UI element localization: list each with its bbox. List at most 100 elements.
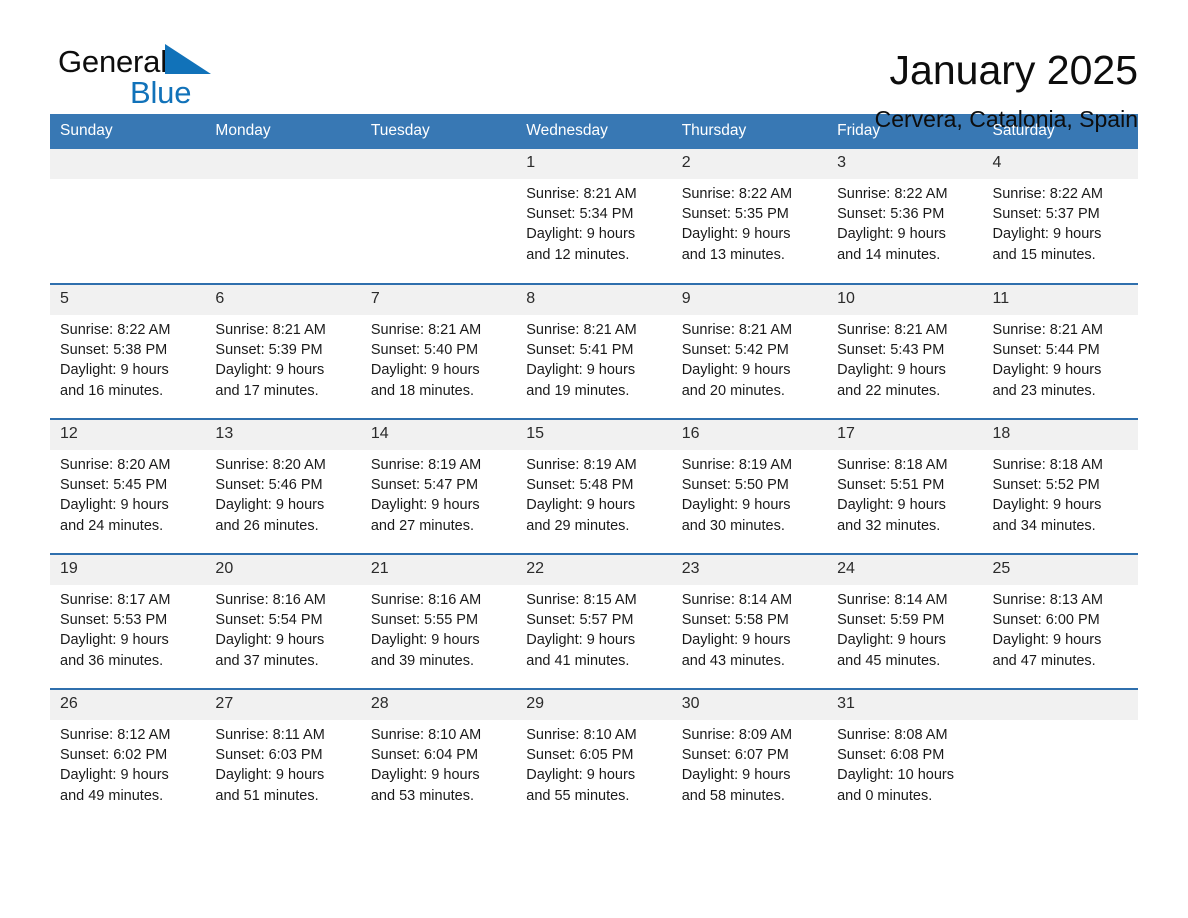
calendar-week-row: 26 Sunrise: 8:12 AM Sunset: 6:02 PM Dayligh… — [50, 688, 1138, 824]
day-details: Sunrise: 8:21 AM Sunset: 5:40 PM Daylight:… — [361, 315, 516, 401]
sunset-text: Sunset: 5:44 PM — [992, 342, 1100, 359]
sunrise-text: Sunrise: 8:22 AM — [837, 186, 948, 202]
sunrise-text: Sunrise: 8:13 AM — [992, 592, 1103, 608]
sunrise-text: Sunrise: 8:15 AM — [526, 592, 637, 608]
day-cell-content: 24 Sunrise: 8:14 AM Sunset: 5:59 PM Dayligh… — [827, 555, 983, 688]
calendar-day-cell[interactable]: 31 Sunrise: 8:08 AM Sunset: 6:08 PM Dayligh… — [827, 688, 983, 824]
sunrise-text: Sunrise: 8:11 AM — [215, 727, 325, 743]
daylight-text-line2: and 18 minutes. — [370, 382, 475, 399]
sunset-text: Sunset: 5:58 PM — [681, 612, 789, 629]
daylight-text-line2: and 55 minutes. — [526, 787, 630, 804]
calendar-day-cell[interactable]: 14 Sunrise: 8:19 AM Sunset: 5:47 PM Dayligh… — [360, 418, 517, 554]
daylight-text-line1: Daylight: 9 hours — [837, 632, 946, 649]
day-cell-content — [360, 149, 517, 283]
weekday-header-tuesday: Tuesday — [360, 114, 517, 149]
daylight-text-line2: and 17 minutes. — [215, 382, 319, 399]
calendar-day-cell[interactable]: 9 Sunrise: 8:21 AM Sunset: 5:42 PM Daylight… — [671, 283, 828, 419]
daylight-text-line1: Daylight: 9 hours — [215, 497, 325, 514]
daylight-text-line1: Daylight: 9 hours — [526, 497, 636, 514]
sunset-text: Sunset: 6:03 PM — [215, 747, 323, 764]
calendar-day-cell[interactable]: 6 Sunrise: 8:21 AM Sunset: 5:39 PM Daylight… — [205, 283, 361, 419]
sunrise-text: Sunrise: 8:21 AM — [526, 322, 637, 338]
sunset-text: Sunset: 5:43 PM — [837, 342, 945, 359]
day-cell-content: 17 Sunrise: 8:18 AM Sunset: 5:51 PM Dayligh… — [827, 420, 983, 553]
sunset-text: Sunset: 5:36 PM — [837, 206, 945, 223]
day-details: Sunrise: 8:10 AM Sunset: 6:04 PM Daylight:… — [361, 720, 516, 806]
generalblue-logo[interactable]: General Blue — [50, 44, 258, 109]
calendar-day-cell[interactable]: 29 Sunrise: 8:10 AM Sunset: 6:05 PM Dayligh… — [516, 688, 672, 824]
day-number: 4 — [982, 149, 1138, 179]
day-number: 23 — [671, 555, 828, 585]
calendar-day-cell[interactable]: 7 Sunrise: 8:21 AM Sunset: 5:40 PM Daylight… — [360, 283, 517, 419]
sunset-text: Sunset: 5:48 PM — [526, 477, 634, 494]
day-number: 16 — [671, 420, 828, 450]
calendar-day-cell[interactable]: 26 Sunrise: 8:12 AM Sunset: 6:02 PM Dayligh… — [50, 688, 206, 824]
daylight-text-line2: and 30 minutes. — [681, 517, 785, 534]
daylight-text-line1: Daylight: 9 hours — [526, 226, 636, 243]
day-details: Sunrise: 8:09 AM Sunset: 6:07 PM Daylight:… — [672, 720, 827, 806]
day-cell-content: 29 Sunrise: 8:10 AM Sunset: 6:05 PM Dayligh… — [516, 690, 672, 824]
calendar-day-cell[interactable]: 24 Sunrise: 8:14 AM Sunset: 5:59 PM Dayligh… — [827, 553, 983, 689]
calendar-day-cell[interactable]: 13 Sunrise: 8:20 AM Sunset: 5:46 PM Dayligh… — [205, 418, 361, 554]
sunset-text: Sunset: 6:04 PM — [370, 747, 479, 764]
calendar-day-cell[interactable]: 11 Sunrise: 8:21 AM Sunset: 5:44 PM Dayligh… — [982, 283, 1138, 419]
weekday-header-thursday: Thursday — [671, 114, 828, 149]
calendar-day-cell[interactable]: 23 Sunrise: 8:14 AM Sunset: 5:58 PM Dayligh… — [671, 553, 828, 689]
daylight-text-line1: Daylight: 9 hours — [526, 362, 636, 379]
calendar-day-cell[interactable]: 19 Sunrise: 8:17 AM Sunset: 5:53 PM Dayligh… — [50, 553, 206, 689]
day-cell-content: 15 Sunrise: 8:19 AM Sunset: 5:48 PM Dayligh… — [516, 420, 672, 553]
calendar-day-cell[interactable]: 27 Sunrise: 8:11 AM Sunset: 6:03 PM Dayligh… — [205, 688, 361, 824]
sunrise-text: Sunrise: 8:21 AM — [837, 322, 948, 338]
day-number: 29 — [516, 690, 672, 720]
calendar-day-cell[interactable]: 15 Sunrise: 8:19 AM Sunset: 5:48 PM Dayligh… — [516, 418, 672, 554]
daylight-text-line2: and 26 minutes. — [215, 517, 319, 534]
daylight-text-line2: and 47 minutes. — [992, 652, 1096, 669]
calendar-day-cell[interactable]: 22 Sunrise: 8:15 AM Sunset: 5:57 PM Dayligh… — [516, 553, 672, 689]
calendar-day-cell[interactable]: 28 Sunrise: 8:10 AM Sunset: 6:04 PM Dayligh… — [360, 688, 517, 824]
sunrise-text: Sunrise: 8:22 AM — [992, 186, 1103, 202]
calendar-day-cell[interactable]: 3 Sunrise: 8:22 AM Sunset: 5:36 PM Daylight… — [827, 149, 983, 284]
day-number: 17 — [827, 420, 983, 450]
daylight-text-line2: and 22 minutes. — [837, 382, 941, 399]
day-number: 15 — [516, 420, 672, 450]
calendar-day-cell[interactable]: 10 Sunrise: 8:21 AM Sunset: 5:43 PM Dayligh… — [827, 283, 983, 419]
calendar-week-row: 5 Sunrise: 8:22 AM Sunset: 5:38 PM Daylight… — [50, 283, 1138, 419]
calendar-day-cell[interactable]: 20 Sunrise: 8:16 AM Sunset: 5:54 PM Dayligh… — [205, 553, 361, 689]
day-details: Sunrise: 8:22 AM Sunset: 5:35 PM Daylight:… — [672, 179, 827, 265]
sunrise-text: Sunrise: 8:21 AM — [215, 322, 326, 338]
day-number: 21 — [360, 555, 517, 585]
daylight-text-line1: Daylight: 9 hours — [526, 767, 636, 784]
day-number: 31 — [827, 690, 983, 720]
calendar-day-cell[interactable]: 1 Sunrise: 8:21 AM Sunset: 5:34 PM Daylight… — [516, 149, 672, 284]
sunset-text: Sunset: 5:35 PM — [681, 206, 789, 223]
sunrise-text: Sunrise: 8:22 AM — [60, 322, 171, 338]
daylight-text-line2: and 12 minutes. — [526, 246, 630, 263]
page-title: January 2025 — [889, 47, 1138, 93]
calendar-page: General Blue January 2025 Cervera, Catal… — [0, 0, 1188, 918]
day-details: Sunrise: 8:22 AM Sunset: 5:38 PM Daylight:… — [50, 315, 205, 401]
calendar-day-cell[interactable]: 21 Sunrise: 8:16 AM Sunset: 5:55 PM Dayligh… — [360, 553, 517, 689]
calendar-day-cell[interactable]: 25 Sunrise: 8:13 AM Sunset: 6:00 PM Dayligh… — [982, 553, 1138, 689]
calendar-day-cell[interactable]: 2 Sunrise: 8:22 AM Sunset: 5:35 PM Daylight… — [671, 149, 828, 284]
sunset-text: Sunset: 5:53 PM — [60, 612, 168, 629]
day-cell-content: 28 Sunrise: 8:10 AM Sunset: 6:04 PM Dayligh… — [360, 690, 517, 824]
day-cell-content: 26 Sunrise: 8:12 AM Sunset: 6:02 PM Dayligh… — [50, 690, 206, 824]
calendar-day-cell[interactable]: 5 Sunrise: 8:22 AM Sunset: 5:38 PM Daylight… — [50, 283, 206, 419]
daylight-text-line1: Daylight: 9 hours — [992, 632, 1102, 649]
calendar-day-cell[interactable]: 4 Sunrise: 8:22 AM Sunset: 5:37 PM Daylight… — [982, 149, 1138, 284]
calendar-day-cell[interactable]: 12 Sunrise: 8:20 AM Sunset: 5:45 PM Dayligh… — [50, 418, 206, 554]
calendar-day-cell[interactable]: 8 Sunrise: 8:21 AM Sunset: 5:41 PM Daylight… — [516, 283, 672, 419]
calendar-day-cell[interactable]: 16 Sunrise: 8:19 AM Sunset: 5:50 PM Dayligh… — [671, 418, 828, 554]
day-details: Sunrise: 8:08 AM Sunset: 6:08 PM Daylight:… — [827, 720, 982, 806]
calendar-day-cell[interactable]: 30 Sunrise: 8:09 AM Sunset: 6:07 PM Dayligh… — [671, 688, 828, 824]
day-details: Sunrise: 8:19 AM Sunset: 5:47 PM Daylight:… — [361, 450, 516, 536]
day-details: Sunrise: 8:18 AM Sunset: 5:52 PM Daylight:… — [983, 450, 1138, 536]
calendar-day-cell[interactable]: 18 Sunrise: 8:18 AM Sunset: 5:52 PM Dayligh… — [982, 418, 1138, 554]
sunset-text: Sunset: 5:42 PM — [681, 342, 789, 359]
day-number: 24 — [827, 555, 983, 585]
sunset-text: Sunset: 5:46 PM — [215, 477, 323, 494]
calendar-day-cell[interactable]: 17 Sunrise: 8:18 AM Sunset: 5:51 PM Dayligh… — [827, 418, 983, 554]
day-number: 5 — [50, 285, 206, 315]
calendar-day-cell-empty — [360, 149, 517, 284]
sunset-text: Sunset: 5:45 PM — [60, 477, 168, 494]
